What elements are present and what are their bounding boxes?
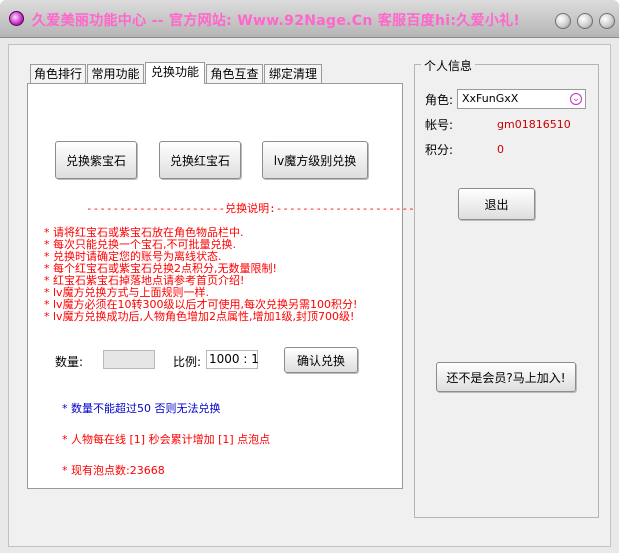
rule-line: * 红宝石紫宝石掉落地点请参考首页介绍! [44, 274, 245, 287]
rule-line: * 每个红宝石或紫宝石兑换2点积分,无数量限制! [44, 262, 277, 275]
app-window: 久爱美丽功能中心 -- 官方网站: Www.92Nage.Cn 客服百度hi:久… [0, 0, 619, 553]
ratio-label: 比例: [173, 355, 202, 369]
rule-line: * lv魔方必须在10转300级以后才可使用,每次兑换另需100积分! [44, 298, 358, 311]
points-label: 积分: [425, 143, 454, 157]
account-label: 帐号: [425, 118, 454, 132]
tab-role-lookup[interactable]: 角色互查 [206, 64, 263, 83]
current-points-note: * 现有泡点数:23668 [62, 462, 165, 478]
instructions-divider: ---------------------兑换说明:--------------… [86, 202, 415, 215]
tab-bind-clean[interactable]: 绑定清理 [264, 64, 322, 83]
chevron-down-icon[interactable]: ⌄ [570, 93, 582, 105]
minimize-icon[interactable] [555, 13, 571, 29]
exchange-cube-level-button[interactable]: lv魔方级别兑换 [262, 141, 368, 179]
online-points-note: * 人物每在线 [1] 秒会累计增加 [1] 点泡点 [62, 433, 271, 446]
window-title: 久爱美丽功能中心 -- 官方网站: Www.92Nage.Cn 客服百度hi:久… [32, 13, 521, 29]
tab-exchange[interactable]: 兑换功能 [145, 62, 205, 84]
quantity-limit-note: * 数量不能超过50 否则无法兑换 [62, 402, 221, 415]
maximize-icon[interactable] [577, 13, 593, 29]
current-points-value: 23668 [129, 464, 165, 477]
role-label: 角色: [425, 93, 454, 107]
join-member-button[interactable]: 还不是会员?马上加入! [436, 362, 576, 392]
quantity-input[interactable] [103, 350, 155, 369]
tab-ranking[interactable]: 角色排行 [30, 64, 86, 83]
current-points-label: * 现有泡点数: [62, 464, 130, 477]
app-logo-icon [9, 11, 24, 26]
personal-info-title: 个人信息 [421, 57, 476, 74]
quantity-label: 数量: [55, 355, 84, 369]
logout-button[interactable]: 退出 [458, 188, 535, 220]
title-bar[interactable]: 久爱美丽功能中心 -- 官方网站: Www.92Nage.Cn 客服百度hi:久… [0, 0, 619, 38]
role-select[interactable]: XxFunGxX ⌄ [457, 89, 586, 109]
rule-line: * 兑换时请确定您的账号为离线状态. [44, 250, 222, 263]
rule-line: * lv魔方兑换方式与上面规则一样. [44, 286, 210, 299]
exchange-red-gem-button[interactable]: 兑换红宝石 [159, 141, 241, 179]
ratio-value: 1000 : 1 [206, 350, 259, 369]
rule-line: * 请将红宝石或紫宝石放在角色物品栏中. [44, 226, 244, 239]
account-value: gm01816510 [497, 118, 571, 131]
close-icon[interactable] [599, 13, 615, 29]
tab-common[interactable]: 常用功能 [87, 64, 144, 83]
exchange-purple-gem-button[interactable]: 兑换紫宝石 [55, 141, 137, 179]
points-value: 0 [497, 143, 504, 156]
confirm-exchange-button[interactable]: 确认兑换 [284, 347, 358, 373]
role-select-value: XxFunGxX [462, 92, 519, 105]
rule-line: * lv魔方兑换成功后,人物角色增加2点属性,增加1级,封顶700级! [44, 310, 355, 323]
rule-line: * 每次只能兑换一个宝石,不可批量兑换. [44, 238, 236, 251]
